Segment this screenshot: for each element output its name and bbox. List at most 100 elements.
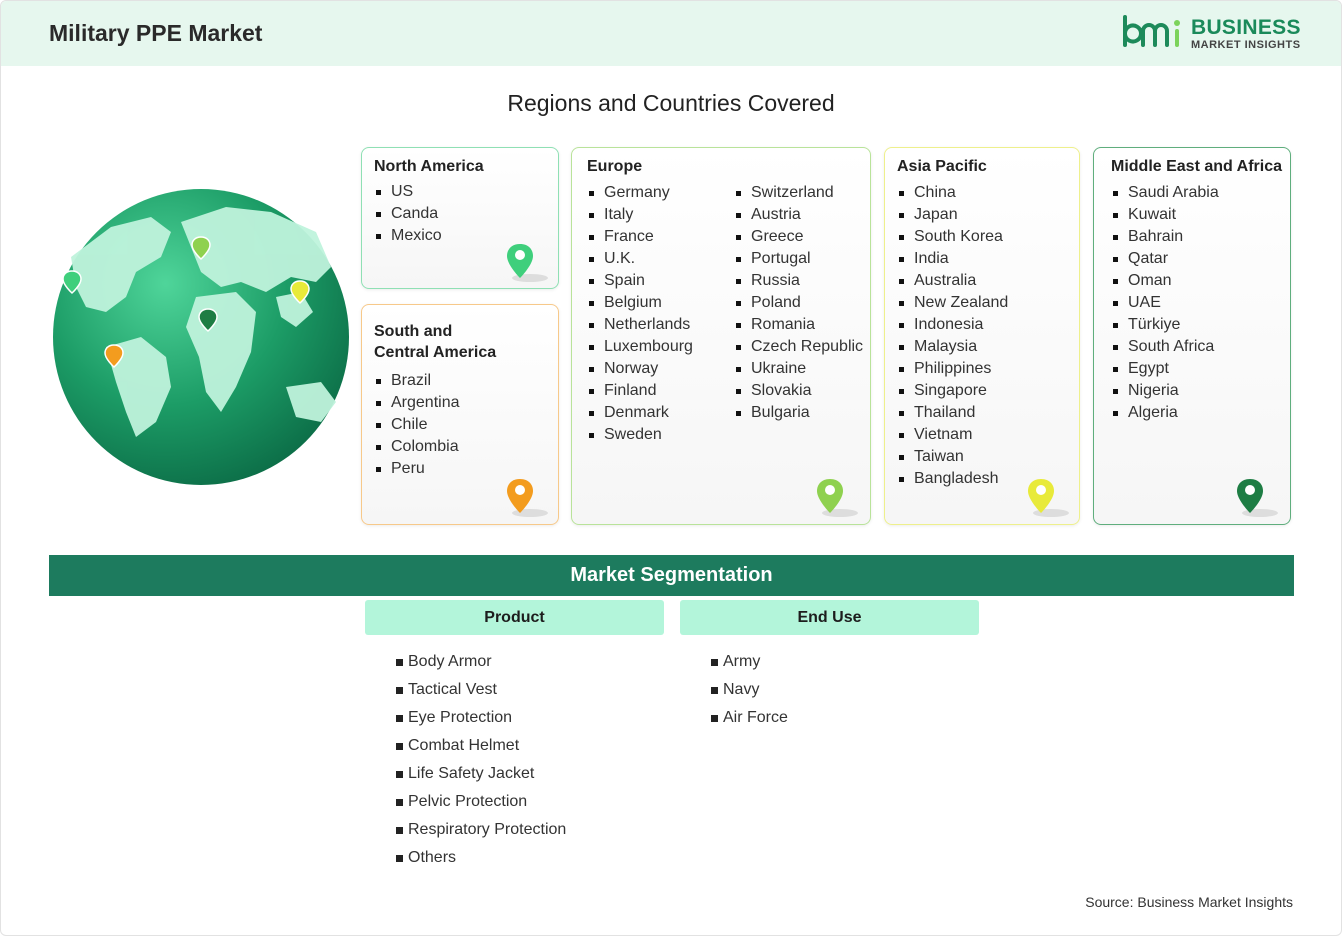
region-card-middle-east-africa: Middle East and Africa Saudi Arabia Kuwa… bbox=[1093, 147, 1291, 525]
list-item: Others bbox=[395, 844, 566, 872]
logo-text-business: BUSINESS bbox=[1191, 16, 1301, 39]
list-item: Philippines bbox=[897, 358, 1008, 380]
list-item: Ukraine bbox=[734, 358, 863, 380]
list-item: Army bbox=[710, 648, 788, 676]
list-item: Vietnam bbox=[897, 424, 1008, 446]
source-note: Source: Business Market Insights bbox=[1085, 894, 1293, 910]
list-item: Luxembourg bbox=[587, 336, 693, 358]
list-item: Saudi Arabia bbox=[1111, 182, 1219, 204]
list-item: Australia bbox=[897, 270, 1008, 292]
region-title-south-central-america: South and Central America bbox=[374, 321, 496, 363]
list-item: New Zealand bbox=[897, 292, 1008, 314]
list-item: Malaysia bbox=[897, 336, 1008, 358]
page-title: Military PPE Market bbox=[49, 20, 263, 46]
list-item: Oman bbox=[1111, 270, 1219, 292]
list-item: Egypt bbox=[1111, 358, 1219, 380]
list-item: Respiratory Protection bbox=[395, 816, 566, 844]
region-title-asia-pacific: Asia Pacific bbox=[897, 158, 987, 175]
region-card-south-central-america: South and Central America Brazil Argenti… bbox=[361, 304, 559, 525]
list-item: Switzerland bbox=[734, 182, 863, 204]
list-item: Czech Republic bbox=[734, 336, 863, 358]
list-item: Singapore bbox=[897, 380, 1008, 402]
region-title-europe: Europe bbox=[587, 158, 643, 175]
region-list-north-america: US Canda Mexico bbox=[374, 181, 442, 247]
region-title-line: Central America bbox=[374, 344, 497, 361]
list-item: Bahrain bbox=[1111, 226, 1219, 248]
list-item: Argentina bbox=[374, 392, 460, 414]
list-item: Nigeria bbox=[1111, 380, 1219, 402]
region-title-line: South and bbox=[374, 323, 453, 340]
segment-list-end-use: Army Navy Air Force bbox=[710, 648, 788, 732]
list-item: China bbox=[897, 182, 1008, 204]
list-item: Pelvic Protection bbox=[395, 788, 566, 816]
list-item: Combat Helmet bbox=[395, 732, 566, 760]
segmentation-title-bar: Market Segmentation bbox=[49, 555, 1294, 596]
list-item: South Africa bbox=[1111, 336, 1219, 358]
list-item: Qatar bbox=[1111, 248, 1219, 270]
region-list-asia-pacific: China Japan South Korea India Australia … bbox=[897, 182, 1008, 490]
logo-text-market-insights: MARKET INSIGHTS bbox=[1191, 39, 1301, 51]
list-item: Kuwait bbox=[1111, 204, 1219, 226]
list-item: Chile bbox=[374, 414, 460, 436]
list-item: Belgium bbox=[587, 292, 693, 314]
list-item: Peru bbox=[374, 458, 460, 480]
location-pin-icon bbox=[1237, 479, 1278, 517]
list-item: Navy bbox=[710, 676, 788, 704]
region-card-europe: Europe Germany Italy France U.K. Spain B… bbox=[571, 147, 871, 525]
region-card-asia-pacific: Asia Pacific China Japan South Korea Ind… bbox=[884, 147, 1080, 525]
list-item: Denmark bbox=[587, 402, 693, 424]
list-item: Finland bbox=[587, 380, 693, 402]
list-item: Bangladesh bbox=[897, 468, 1008, 490]
list-item: Body Armor bbox=[395, 648, 566, 676]
list-item: Slovakia bbox=[734, 380, 863, 402]
regions-title: Regions and Countries Covered bbox=[507, 90, 835, 116]
list-item: South Korea bbox=[897, 226, 1008, 248]
list-item: UAE bbox=[1111, 292, 1219, 314]
list-item: Brazil bbox=[374, 370, 460, 392]
list-item: Indonesia bbox=[897, 314, 1008, 336]
list-item: Thailand bbox=[897, 402, 1008, 424]
list-item: Canda bbox=[374, 203, 442, 225]
list-item: Algeria bbox=[1111, 402, 1219, 424]
list-item: Eye Protection bbox=[395, 704, 566, 732]
list-item: US bbox=[374, 181, 442, 203]
list-item: Norway bbox=[587, 358, 693, 380]
list-item: Colombia bbox=[374, 436, 460, 458]
region-card-north-america: North America US Canda Mexico bbox=[361, 147, 559, 289]
region-list-middle-east-africa: Saudi Arabia Kuwait Bahrain Qatar Oman U… bbox=[1111, 182, 1219, 424]
list-item: Air Force bbox=[710, 704, 788, 732]
globe-icon bbox=[53, 189, 349, 485]
list-item: Russia bbox=[734, 270, 863, 292]
location-pin-icon bbox=[507, 479, 548, 517]
list-item: Italy bbox=[587, 204, 693, 226]
region-title-middle-east-africa: Middle East and Africa bbox=[1111, 158, 1282, 175]
location-pin-icon bbox=[817, 479, 858, 517]
list-item: India bbox=[897, 248, 1008, 270]
list-item: Japan bbox=[897, 204, 1008, 226]
region-list-south-central-america: Brazil Argentina Chile Colombia Peru bbox=[374, 370, 460, 480]
infographic-frame: Military PPE Market BUSINESS MARKET INSI… bbox=[0, 0, 1342, 936]
header-bar: Military PPE Market BUSINESS MARKET INSI… bbox=[1, 1, 1341, 66]
list-item: Taiwan bbox=[897, 446, 1008, 468]
bmi-logo-icon bbox=[1123, 15, 1180, 47]
list-item: Türkiye bbox=[1111, 314, 1219, 336]
location-pin-icon bbox=[1028, 479, 1069, 517]
list-item: Netherlands bbox=[587, 314, 693, 336]
segment-header-end-use: End Use bbox=[680, 600, 979, 635]
list-item: Tactical Vest bbox=[395, 676, 566, 704]
list-item: Romania bbox=[734, 314, 863, 336]
list-item: Life Safety Jacket bbox=[395, 760, 566, 788]
brand-logo: BUSINESS MARKET INSIGHTS bbox=[1121, 15, 1301, 55]
list-item: Bulgaria bbox=[734, 402, 863, 424]
list-item: Austria bbox=[734, 204, 863, 226]
region-title-north-america: North America bbox=[374, 158, 484, 175]
list-item: France bbox=[587, 226, 693, 248]
list-item: Portugal bbox=[734, 248, 863, 270]
region-list-europe-col2: Switzerland Austria Greece Portugal Russ… bbox=[734, 182, 863, 424]
list-item: Germany bbox=[587, 182, 693, 204]
list-item: Spain bbox=[587, 270, 693, 292]
location-pin-icon bbox=[507, 244, 548, 282]
list-item: Sweden bbox=[587, 424, 693, 446]
list-item: Mexico bbox=[374, 225, 442, 247]
list-item: U.K. bbox=[587, 248, 693, 270]
